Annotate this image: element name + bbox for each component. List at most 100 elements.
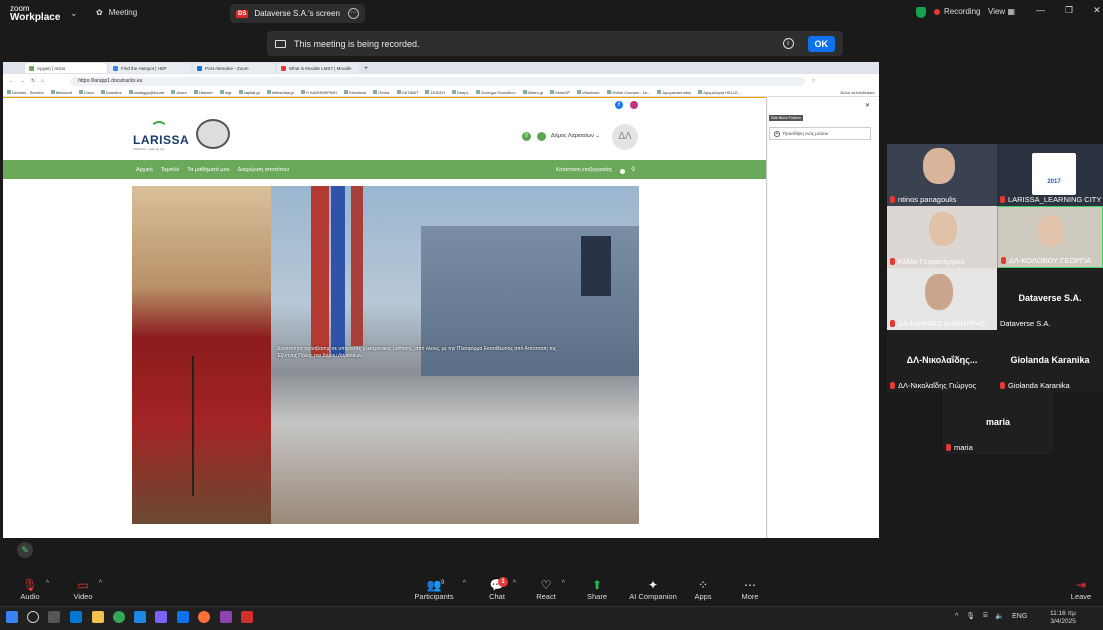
nav-my-courses[interactable]: Τα μαθήματά μου [187,167,229,173]
participant-tile-active-speaker[interactable]: ΔΛ-ΚΟΛΟΒΟΥ ΓΕΩΡΓΙΑ [997,206,1103,268]
instagram-icon[interactable] [630,101,638,109]
bookmark-item[interactable]: Η ΚΑΘΗΜΕΡΙΝΗ [300,90,337,95]
ok-button[interactable]: OK [807,35,835,52]
edge-icon[interactable] [70,611,82,623]
participant-tile[interactable]: Dataverse S.A. Dataverse S.A. [997,268,1103,330]
recording-indicator[interactable]: Recording [934,7,980,16]
ai-companion-button[interactable]: ✦ AI Companion [627,578,679,601]
close-icon[interactable]: ✕ [1093,5,1101,16]
bookmark-star-icon[interactable]: ☆ [811,78,815,84]
video-options-caret-icon[interactable]: ^ [99,580,102,587]
bookmark-item[interactable]: Πιπίνε [373,90,390,95]
bookmark-item[interactable]: mindiggo@Azure [128,90,164,95]
restore-icon[interactable]: ❐ [1065,5,1073,16]
browser-tab[interactable]: What is Moodle LMS? | Moodle [277,63,359,73]
language-indicator[interactable]: ENG [1012,613,1027,620]
zoom-icon[interactable] [177,611,189,623]
new-tab-icon[interactable]: + [361,65,368,72]
system-clock[interactable]: 11:16 πμ 3/4/2025 [1050,610,1076,626]
search-icon[interactable]: ⚲ [631,166,635,173]
larissa-logo[interactable]: LARISSA UNESCO · learning city [133,121,189,151]
close-drawer-icon[interactable]: ✕ [865,102,870,109]
nav-dashboard[interactable]: Ταμπλό [161,167,180,173]
forward-icon[interactable]: → [20,78,25,84]
participant-tile[interactable]: Κέλλυ Γεροστέργιου [887,206,997,268]
back-icon[interactable]: ← [9,78,14,84]
audio-options-caret-icon[interactable]: ^ [46,580,49,587]
add-block-button[interactable]: + Προσθήκη ενός μπλοκ [769,127,871,140]
shared-screen-pill[interactable]: DS Dataverse S.A.'s screen ⋯ [230,4,365,23]
chevron-down-icon[interactable]: ⌄ [70,8,78,19]
app-icon[interactable] [134,611,146,623]
acrobat-icon[interactable] [241,611,253,623]
url-field[interactable]: https://larapp1.docutracks.eu [70,76,806,86]
participant-tile[interactable]: maria maria [943,392,1053,454]
zoom-logo[interactable]: zoom Workplace [10,4,60,23]
leave-button[interactable]: ⇥ Leave [1056,578,1103,601]
home-icon[interactable]: ⌂ [41,78,44,84]
share-button[interactable]: ⬆ Share [572,578,622,601]
avatar[interactable]: ΔΛ [612,124,638,150]
facebook-icon[interactable]: f [615,101,623,109]
bookmark-item[interactable]: Facebook [343,90,366,95]
search-icon[interactable] [27,611,39,623]
caret-up-icon[interactable]: ^ [955,613,958,620]
volume-icon[interactable]: 🔈 [995,612,1004,620]
participants-button[interactable]: 👥 Participants ^ [408,578,466,601]
app-icon[interactable] [155,611,167,623]
bookmark-item[interactable]: Δρομολόγια ΗΕLLE... [698,90,741,95]
participant-tile[interactable]: ΔΛ-ΚΑΦΦΕΣ ΔΗΜΗΤΡΗΣ [887,268,997,330]
firefox-icon[interactable] [198,611,210,623]
more-options-icon[interactable]: ⋯ [348,8,359,19]
security-shield-icon[interactable] [916,7,926,18]
bookmark-item[interactable]: Online Courses - Le... [606,90,650,95]
info-icon[interactable]: i [782,38,794,49]
bookmark-item[interactable]: Microsoft [50,90,72,95]
browser-tab[interactable]: Find the Hotspot | H5P [109,63,191,73]
chrome-icon[interactable] [113,611,125,623]
chat-options-caret-icon[interactable]: ^ [513,580,516,587]
file-explorer-icon[interactable] [92,611,104,623]
minimize-icon[interactable]: — [1036,5,1045,16]
react-options-caret-icon[interactable]: ^ [562,580,565,587]
network-icon[interactable]: ⌸ [983,612,987,620]
bookmark-item[interactable]: OKTABIT [396,90,418,95]
apps-button[interactable]: ⁘ Apps [678,578,728,601]
browser-tab[interactable]: Post Attendee - Zoom [193,63,275,73]
other-bookmarks[interactable]: Άλλοι σελιδοδείκτες [840,90,875,95]
nav-home[interactable]: Αρχική [136,167,153,173]
bookmark-item[interactable]: Hetzner [193,90,213,95]
messages-icon[interactable] [537,132,546,141]
participants-options-caret-icon[interactable]: ^ [463,580,466,587]
microphone-icon[interactable]: 🎙 [966,612,975,620]
bookmark-item[interactable]: Devices - Servers [7,90,44,95]
edit-mode-toggle[interactable] [620,169,625,174]
audio-button[interactable]: 🎙 Audio ^ [5,578,55,601]
task-view-icon[interactable] [48,611,60,623]
bookmark-item[interactable]: DeepL [452,90,469,95]
meeting-menu[interactable]: ✿ Meeting [96,8,137,17]
user-menu[interactable]: Δήμος Λαρισαίων ⌄ [551,133,600,139]
notifications-icon[interactable]: 0 [522,132,531,141]
bookmark-item[interactable]: Ingr [219,90,232,95]
reload-icon[interactable]: ↻ [31,78,35,84]
bookmark-item[interactable]: Azure [171,90,187,95]
participant-tile[interactable]: Giolanda Karanika Giolanda Karanika [997,330,1103,392]
app-icon[interactable] [220,611,232,623]
windows-start-icon[interactable] [6,611,18,623]
nav-site-admin[interactable]: Διαχείριση ιστοτόπου [238,167,290,173]
participant-tile[interactable]: ΔΛ-Νικολαΐδης... ΔΛ-Νικολαΐδης Γιώργος [887,330,997,392]
chat-button[interactable]: 💬 Chat ^ [472,578,522,601]
bookmark-item[interactable]: Meteo.gr [522,90,543,95]
react-button[interactable]: ♡ React ^ [521,578,571,601]
view-menu[interactable]: View ▦ [988,7,1015,16]
bookmark-item[interactable]: Vittoriclub [577,90,600,95]
video-button[interactable]: ▭ Video ^ [58,578,108,601]
browser-tab[interactable]: Αρχική | Ιστοσ [25,63,107,73]
bookmark-item[interactable]: lefimerida.gr [266,90,294,95]
bookmark-item[interactable]: Cisco [78,90,94,95]
bookmark-item[interactable]: MotoGP [550,90,570,95]
bookmark-item[interactable]: Αρωματικά sites [657,90,691,95]
more-button[interactable]: ⋯ More [725,578,775,601]
annotate-pen-icon[interactable]: ✎ [17,542,33,558]
